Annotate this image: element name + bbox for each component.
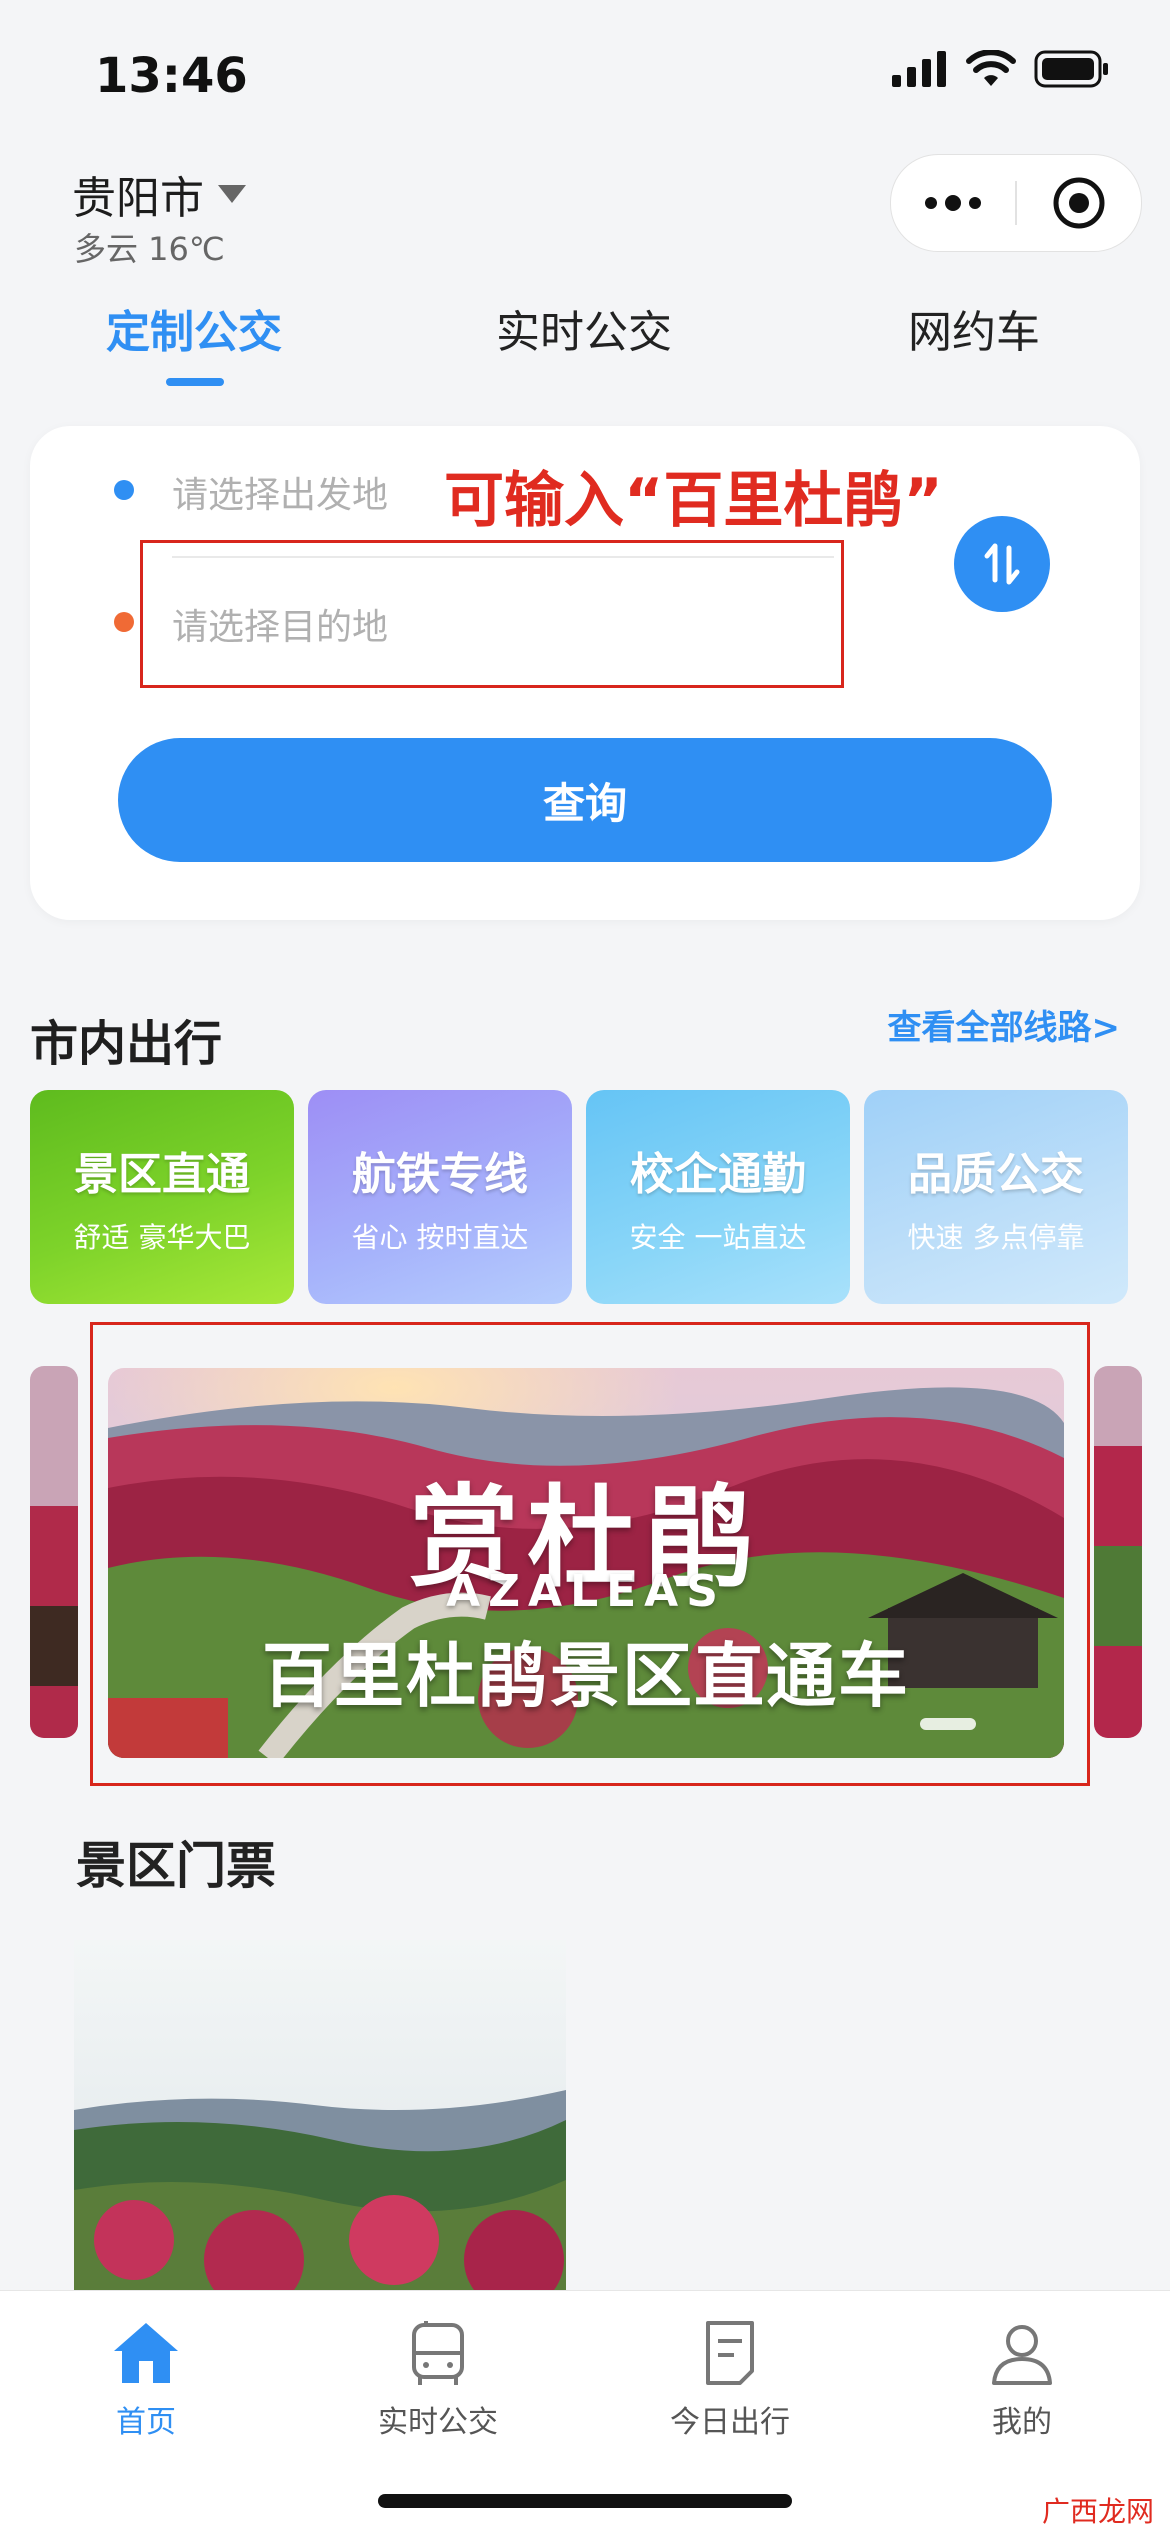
city-selector[interactable]: 贵阳市	[72, 162, 246, 226]
destination-dot-icon	[114, 612, 134, 632]
scenic-tickets-title: 景区门票	[76, 1837, 276, 1895]
annotation-text: 可输入“百里杜鹃”	[444, 466, 943, 536]
tab-ride-hailing[interactable]: 网约车	[908, 296, 1040, 360]
target-circle-icon	[1053, 177, 1105, 229]
miniprogram-capsule	[890, 154, 1142, 252]
tabbar-today-trips[interactable]: 今日出行	[630, 2319, 830, 2441]
category-quality-bus[interactable]: 品质公交 快速 多点停靠	[864, 1090, 1128, 1304]
tabbar-mine[interactable]: 我的	[922, 2319, 1122, 2441]
more-button[interactable]	[891, 155, 1015, 251]
watermark: 广西龙网	[1041, 2495, 1154, 2528]
battery-icon	[1034, 50, 1108, 88]
tabbar-realtime-bus[interactable]: 实时公交	[338, 2319, 538, 2441]
top-tabs: 定制公交 实时公交 网约车	[0, 296, 1170, 396]
tab-realtime-bus[interactable]: 实时公交	[496, 296, 672, 360]
bus-icon	[412, 2321, 464, 2385]
category-subtitle: 快速 多点停靠	[907, 1221, 1085, 1254]
city-name: 贵阳市	[72, 173, 204, 224]
more-dots-icon	[925, 195, 981, 211]
status-time: 13:46	[95, 48, 248, 104]
tabbar-label: 今日出行	[670, 2405, 790, 2440]
home-icon	[114, 2323, 178, 2383]
category-air-rail[interactable]: 航铁专线 省心 按时直达	[308, 1090, 572, 1304]
signal-icon	[892, 51, 946, 87]
dropdown-caret-icon	[218, 185, 246, 203]
category-scenic-direct[interactable]: 景区直通 舒适 豪华大巴	[30, 1090, 294, 1304]
ticket-card-image[interactable]	[74, 1940, 566, 2292]
view-all-routes-link[interactable]: 查看全部线路>	[888, 1000, 1121, 1049]
tab-custom-bus[interactable]: 定制公交	[106, 296, 282, 360]
status-icons	[892, 50, 1110, 88]
banner-next-peek[interactable]	[1094, 1366, 1142, 1738]
swap-icon	[984, 543, 1020, 585]
query-button[interactable]: 查询	[118, 738, 1052, 862]
document-icon	[706, 2321, 754, 2385]
category-subtitle: 省心 按时直达	[351, 1221, 529, 1254]
category-title: 品质公交	[908, 1149, 1084, 1200]
category-title: 校企通勤	[630, 1149, 806, 1200]
category-subtitle: 舒适 豪华大巴	[73, 1221, 251, 1254]
category-subtitle: 安全 一站直达	[629, 1221, 807, 1254]
annotation-box-destination	[140, 540, 844, 688]
weather-text: 多云 16℃	[74, 230, 225, 268]
category-title: 景区直通	[74, 1149, 250, 1200]
swap-button[interactable]	[954, 516, 1050, 612]
user-icon	[992, 2325, 1052, 2385]
banner-prev-peek[interactable]	[30, 1366, 78, 1738]
home-indicator	[378, 2494, 792, 2508]
tabbar-label: 首页	[116, 2405, 176, 2440]
active-tab-indicator	[166, 378, 224, 386]
wifi-icon	[966, 50, 1016, 86]
annotation-box-banner	[90, 1322, 1090, 1786]
origin-dot-icon	[114, 480, 134, 500]
tabbar-label: 我的	[992, 2405, 1052, 2440]
origin-input[interactable]: 请选择出发地	[172, 466, 388, 518]
city-travel-title: 市内出行	[30, 1016, 223, 1072]
tabbar-home[interactable]: 首页	[46, 2319, 246, 2441]
category-title: 航铁专线	[352, 1149, 528, 1200]
tabbar-label: 实时公交	[378, 2405, 498, 2440]
category-commute[interactable]: 校企通勤 安全 一站直达	[586, 1090, 850, 1304]
close-miniprogram-button[interactable]	[1017, 155, 1141, 251]
